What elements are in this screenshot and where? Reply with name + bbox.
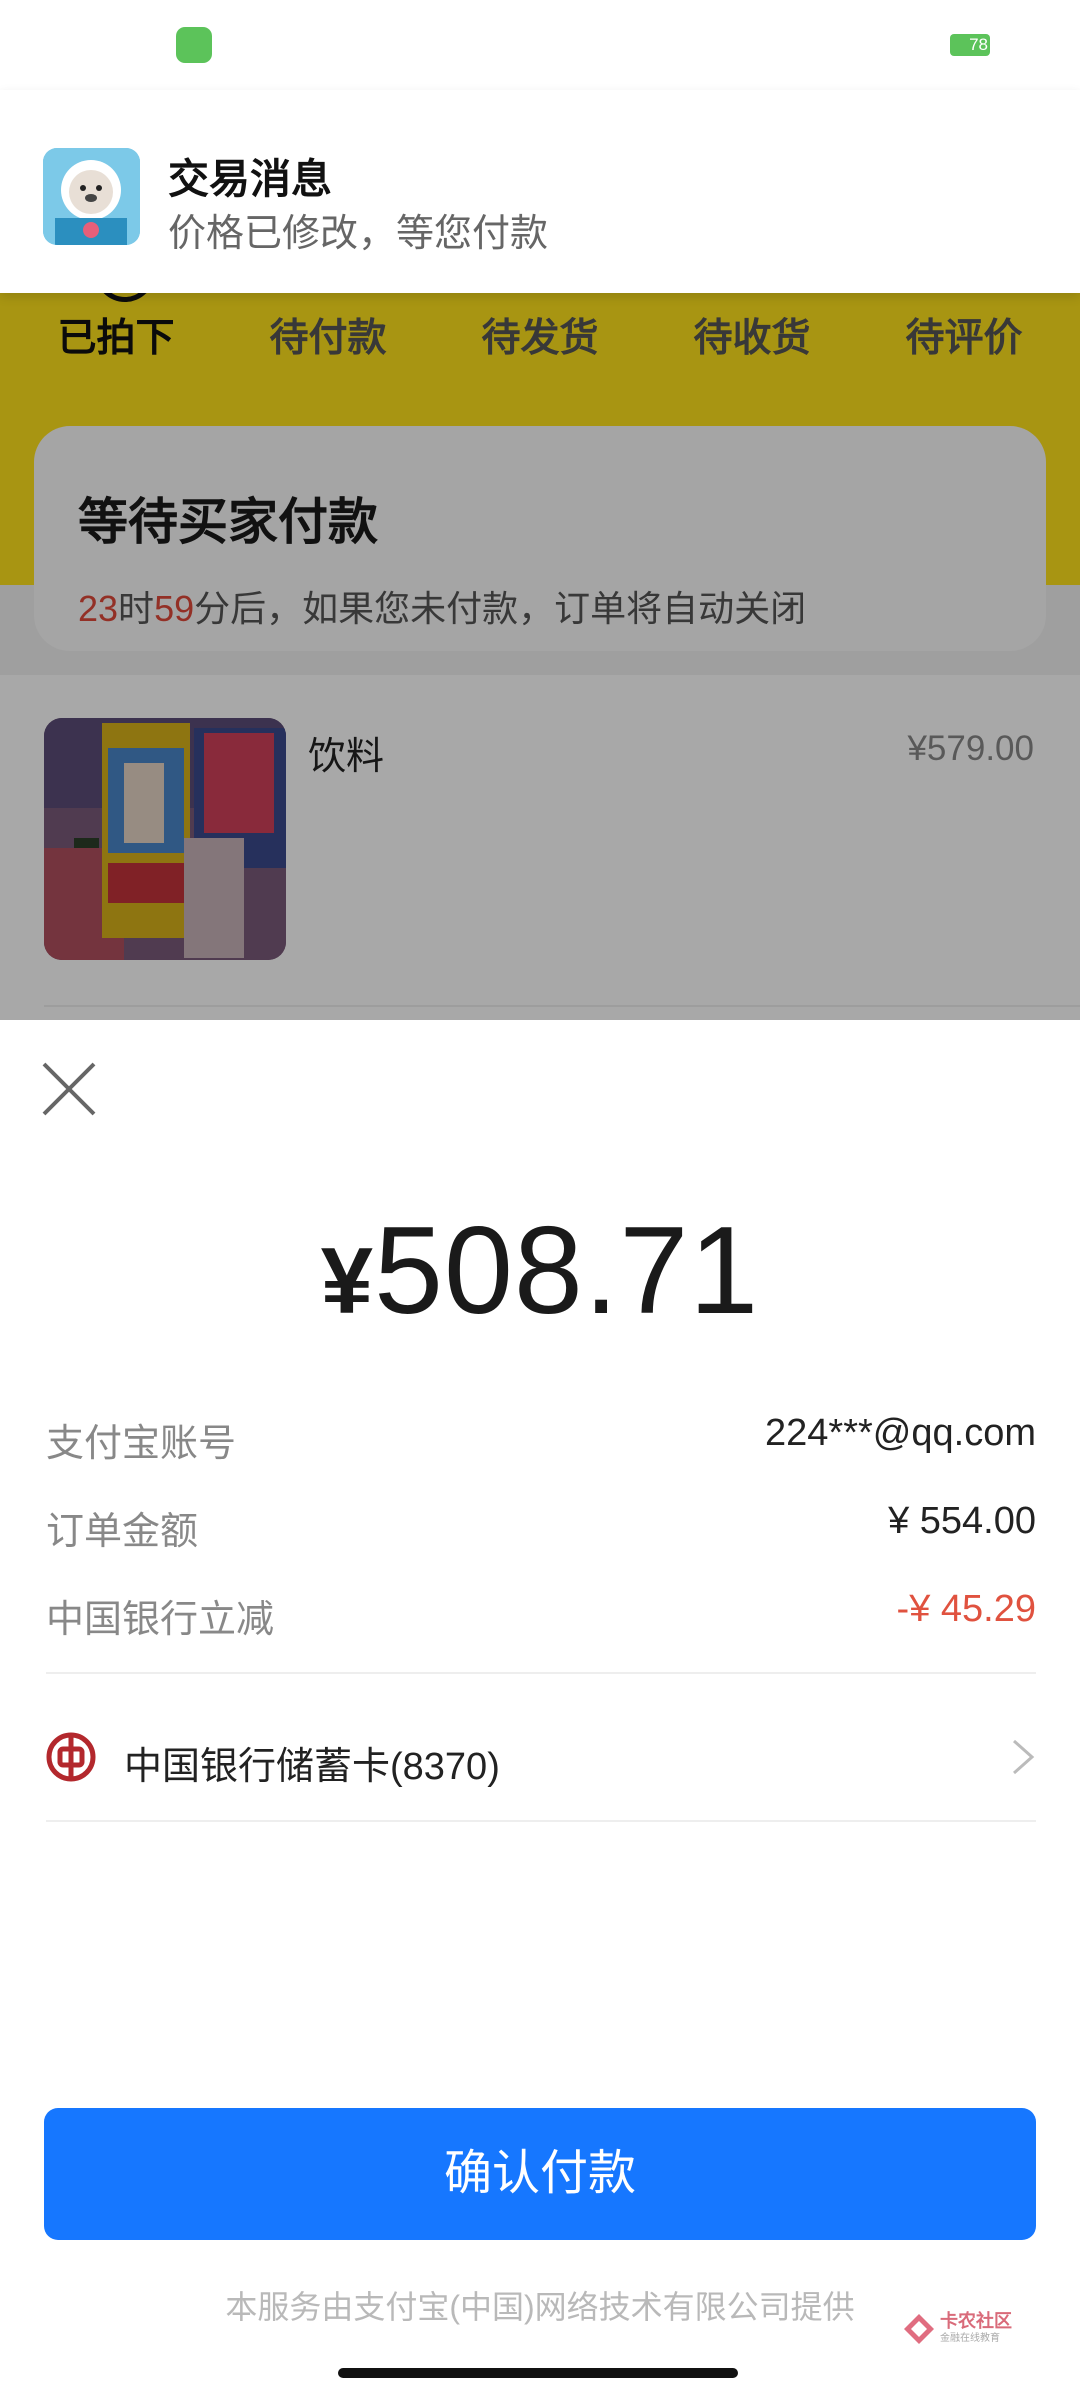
payment-method-row[interactable]: 中国银行储蓄卡(8370): [46, 1693, 1036, 1821]
order-amount-row: 订单金额 ¥ 554.00: [46, 1500, 1036, 1560]
notification-body: 价格已修改，等您付款: [168, 213, 549, 255]
bank-discount-label: 中国银行立减: [46, 1599, 275, 1641]
notification-banner[interactable]: 交易消息 价格已修改，等您付款: [0, 90, 1080, 293]
alipay-account-row: 支付宝账号 224***@qq.com: [46, 1412, 1036, 1472]
watermark-logo-icon: [902, 2312, 936, 2346]
divider: [46, 1820, 1036, 1822]
payment-method-label: 中国银行储蓄卡(8370): [124, 1746, 500, 1788]
alipay-account-label: 支付宝账号: [46, 1423, 237, 1465]
close-icon[interactable]: [38, 1058, 100, 1120]
battery-icon: 78: [950, 34, 990, 56]
order-amount-label: 订单金额: [46, 1511, 199, 1553]
order-amount-value: ¥ 554.00: [888, 1500, 1036, 1542]
divider: [46, 1672, 1036, 1674]
home-indicator[interactable]: [338, 2368, 738, 2378]
bank-discount-value: -¥ 45.29: [896, 1588, 1036, 1630]
status-bar: 78: [0, 0, 1080, 90]
watermark: 卡农社区 金融在线教育: [902, 2310, 1022, 2356]
bank-of-china-icon: [46, 1732, 96, 1782]
amount-value: 508.71: [374, 1202, 760, 1340]
currency-symbol: ¥: [320, 1228, 374, 1333]
watermark-title: 卡农社区: [940, 2311, 1012, 2331]
payment-amount: ¥508.71: [0, 1200, 1080, 1342]
confirm-payment-button[interactable]: 确认付款: [44, 2108, 1036, 2240]
alipay-account-value: 224***@qq.com: [765, 1412, 1036, 1454]
bank-discount-row: 中国银行立减 -¥ 45.29: [46, 1588, 1036, 1648]
watermark-subtitle: 金融在线教育: [940, 2333, 1000, 2344]
payment-sheet: ¥508.71 支付宝账号 224***@qq.com 订单金额 ¥ 554.0…: [0, 1020, 1080, 2400]
app-notification-icon: [176, 27, 212, 63]
seal-mascot-icon: [43, 148, 140, 245]
chevron-right-icon: [1010, 1737, 1036, 1777]
notification-title: 交易消息: [168, 156, 332, 202]
